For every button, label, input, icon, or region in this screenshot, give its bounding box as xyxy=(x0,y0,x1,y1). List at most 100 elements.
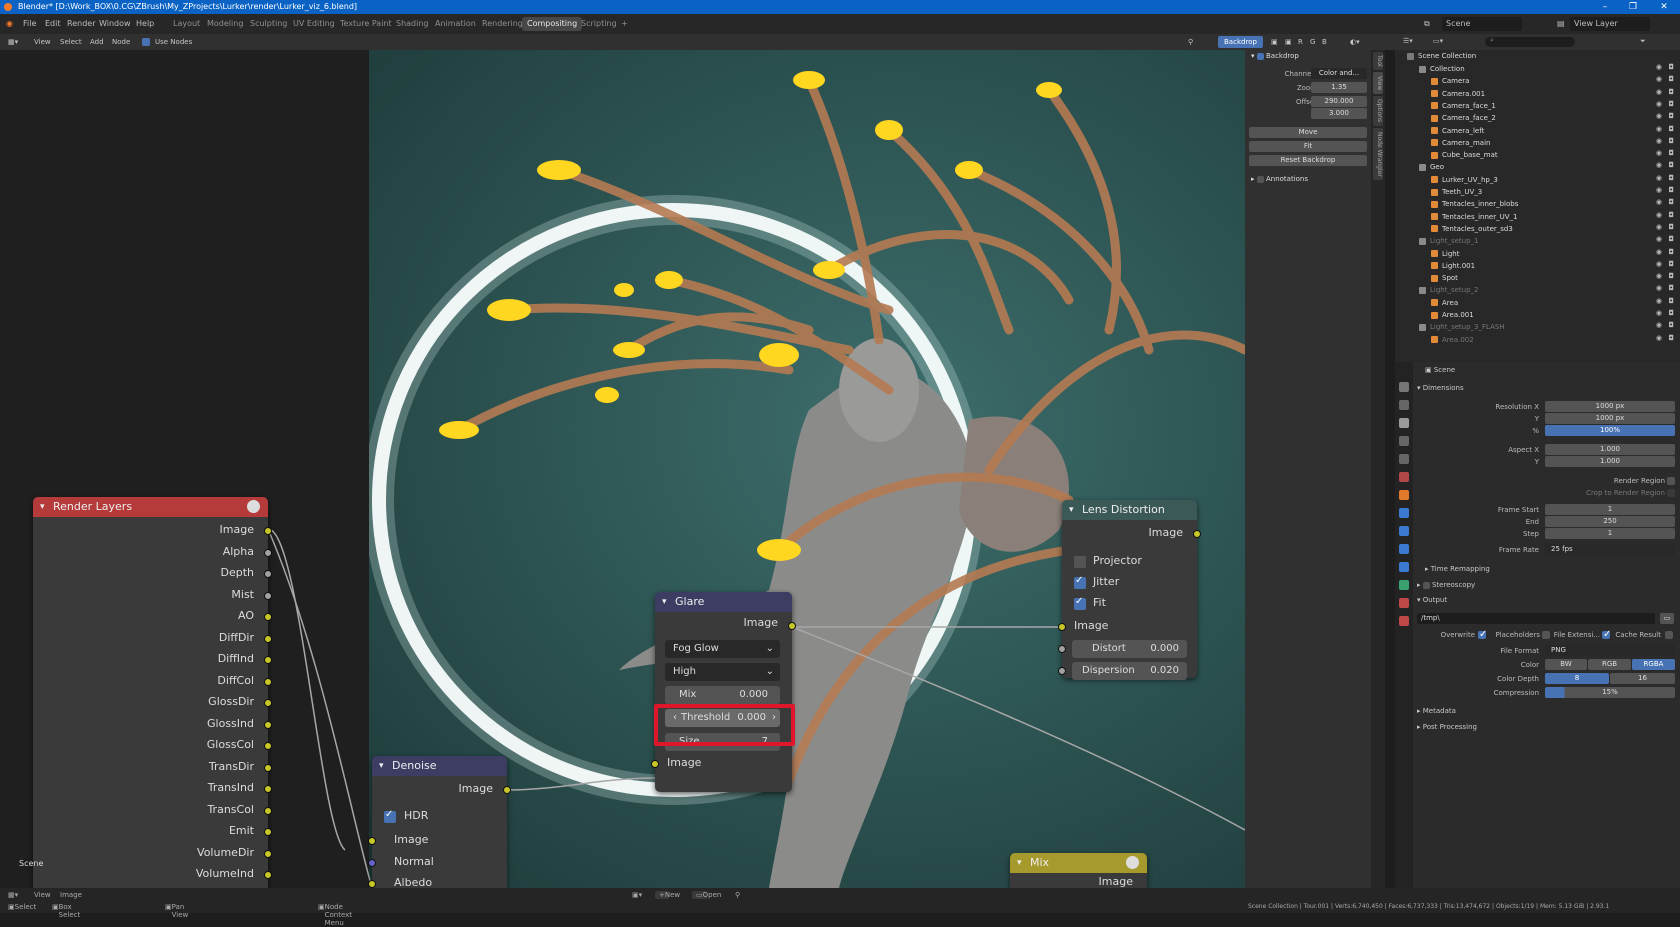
mix-preview-icon[interactable] xyxy=(1126,856,1139,869)
outliner-item[interactable]: Camera_main xyxy=(1431,137,1490,150)
scene-tab-icon[interactable] xyxy=(1399,454,1409,464)
reset-backdrop-button[interactable]: Reset Backdrop xyxy=(1249,155,1367,166)
visibility-eye-icon[interactable]: ◉ xyxy=(1656,161,1662,169)
frame-step-field[interactable]: 1 xyxy=(1545,528,1675,539)
render-visibility-icon[interactable]: ◘ xyxy=(1668,235,1674,243)
fit-checkbox[interactable] xyxy=(1074,596,1086,610)
color-rgba-button[interactable]: RGBA xyxy=(1632,659,1675,670)
modifier-tab-icon[interactable] xyxy=(1399,508,1409,518)
file-ext-checkbox[interactable] xyxy=(1602,629,1611,640)
aspect-y-field[interactable]: 1.000 xyxy=(1545,456,1675,467)
output-tab-icon[interactable] xyxy=(1399,418,1409,428)
display-mode-icon[interactable]: ▭▾ xyxy=(1433,37,1443,45)
channel-color-icon[interactable]: ▣ xyxy=(1271,34,1278,50)
socket-ao[interactable] xyxy=(264,613,272,621)
mix-node[interactable]: Mix Image xyxy=(1010,853,1147,888)
output-path-input[interactable]: /tmp\ xyxy=(1417,613,1655,624)
menu-edit[interactable]: Edit xyxy=(45,14,61,34)
data-tab-icon[interactable] xyxy=(1399,580,1409,590)
render-visibility-icon[interactable]: ◘ xyxy=(1668,63,1674,71)
offset-x-field[interactable]: 290.000 xyxy=(1311,96,1367,107)
render-visibility-icon[interactable]: ◘ xyxy=(1668,100,1674,108)
visibility-eye-icon[interactable]: ◉ xyxy=(1656,272,1662,280)
outliner-item[interactable]: Camera.001 xyxy=(1431,88,1485,101)
render-tab-icon[interactable] xyxy=(1399,400,1409,410)
res-y-field[interactable]: 1000 px xyxy=(1545,413,1675,424)
jitter-checkbox[interactable] xyxy=(1074,575,1086,589)
channel-alpha-icon[interactable]: ▣ xyxy=(1285,34,1292,50)
menu-select[interactable]: Select xyxy=(60,34,82,50)
visibility-eye-icon[interactable]: ◉ xyxy=(1656,63,1662,71)
render-visibility-icon[interactable]: ◘ xyxy=(1668,198,1674,206)
outliner-item[interactable]: Camera_face_2 xyxy=(1431,112,1496,125)
glare-socket-out[interactable] xyxy=(788,622,796,630)
cache-result-checkbox[interactable] xyxy=(1665,631,1673,639)
depth-16-button[interactable]: 16 xyxy=(1610,673,1675,684)
denoise-header[interactable]: Denoise xyxy=(372,756,507,776)
denoise-node[interactable]: Denoise Image HDR Image Normal Albedo xyxy=(368,756,511,888)
distort-field[interactable]: Distort 0.000 xyxy=(1072,640,1187,658)
outliner-item[interactable]: Area.001 xyxy=(1431,309,1474,322)
tab-node-wrangler[interactable]: Node Wrangler xyxy=(1373,128,1383,180)
footer-editor-icon[interactable]: ▦▾ xyxy=(8,891,18,899)
outliner-item[interactable]: Light_setup_1 xyxy=(1419,235,1479,248)
crop-region-checkbox[interactable] xyxy=(1667,489,1675,497)
socket-transind[interactable] xyxy=(264,785,272,793)
file-format-dropdown[interactable]: PNG xyxy=(1545,645,1675,656)
render-visibility-icon[interactable]: ◘ xyxy=(1668,161,1674,169)
overwrite-checkbox[interactable] xyxy=(1478,629,1487,640)
stereoscopy-section[interactable]: ▸ Stereoscopy xyxy=(1417,581,1475,589)
tab-texture-paint[interactable]: Texture Paint xyxy=(340,14,392,34)
outliner-item[interactable]: Spot xyxy=(1431,272,1458,285)
tab-scripting[interactable]: Scripting xyxy=(581,14,617,34)
hdr-checkbox[interactable] xyxy=(384,809,396,823)
socket-glossind[interactable] xyxy=(264,721,272,729)
glare-mix-field[interactable]: Mix 0.000 xyxy=(665,686,780,704)
render-visibility-icon[interactable]: ◘ xyxy=(1668,186,1674,194)
visibility-eye-icon[interactable]: ◉ xyxy=(1656,284,1662,292)
denoise-socket-image[interactable] xyxy=(368,837,376,845)
footer-menu-view[interactable]: View xyxy=(34,891,51,899)
visibility-eye-icon[interactable]: ◉ xyxy=(1656,334,1662,342)
outliner-item[interactable]: Area xyxy=(1431,297,1458,310)
render-visibility-icon[interactable]: ◘ xyxy=(1668,75,1674,83)
tab-options[interactable]: Options xyxy=(1373,96,1383,126)
texture-tab-icon[interactable] xyxy=(1399,616,1409,626)
tab-sculpting[interactable]: Sculpting xyxy=(250,14,287,34)
pin-image-icon[interactable]: ⚲ xyxy=(735,891,740,899)
view-layer-tab-icon[interactable] xyxy=(1399,436,1409,446)
glare-header[interactable]: Glare xyxy=(655,592,792,612)
outliner-item[interactable]: Camera_face_1 xyxy=(1431,100,1496,113)
annotations-section[interactable]: ▸ Annotations xyxy=(1251,175,1308,183)
render-visibility-icon[interactable]: ◘ xyxy=(1668,272,1674,280)
offset-y-field[interactable]: 3.000 xyxy=(1311,108,1367,119)
color-bw-button[interactable]: BW xyxy=(1545,659,1587,670)
fit-button[interactable]: Fit xyxy=(1249,141,1367,152)
socket-glossdir[interactable] xyxy=(264,699,272,707)
tab-tool[interactable]: Tool xyxy=(1373,52,1383,70)
outliner-item[interactable]: Area.002 xyxy=(1431,334,1474,347)
visibility-eye-icon[interactable]: ◉ xyxy=(1656,137,1662,145)
node-editor-canvas[interactable]: Render Layers Image Alpha Depth Mist AO … xyxy=(0,50,1245,888)
outliner-item[interactable]: Camera_left xyxy=(1431,125,1484,138)
outliner-item[interactable]: Light_setup_2 xyxy=(1419,284,1479,297)
outliner-item[interactable]: Teeth_UV_3 xyxy=(1431,186,1482,199)
compression-slider[interactable]: 15% xyxy=(1545,687,1675,698)
glare-node[interactable]: Glare Image Fog Glow⌄ High⌄ Mix0.000 ‹Th… xyxy=(651,592,796,792)
render-icon[interactable] xyxy=(247,500,260,513)
constraints-tab-icon[interactable] xyxy=(1399,562,1409,572)
projector-checkbox[interactable] xyxy=(1074,556,1086,568)
color-rgb-button[interactable]: RGB xyxy=(1588,659,1631,670)
res-x-field[interactable]: 1000 px xyxy=(1545,401,1675,412)
menu-node[interactable]: Node xyxy=(112,34,130,50)
socket-transcol[interactable] xyxy=(264,807,272,815)
outliner-type-icon[interactable]: ☰▾ xyxy=(1403,37,1413,45)
render-visibility-icon[interactable]: ◘ xyxy=(1668,211,1674,219)
tab-rendering[interactable]: Rendering xyxy=(482,14,523,34)
outliner-item[interactable]: Lurker_UV_hp_3 xyxy=(1431,174,1498,187)
visibility-eye-icon[interactable]: ◉ xyxy=(1656,321,1662,329)
mix-header[interactable]: Mix xyxy=(1010,853,1147,873)
menu-view[interactable]: View xyxy=(34,34,51,50)
close-button[interactable]: ✕ xyxy=(1650,0,1678,14)
new-image-button[interactable]: + New xyxy=(655,891,680,899)
